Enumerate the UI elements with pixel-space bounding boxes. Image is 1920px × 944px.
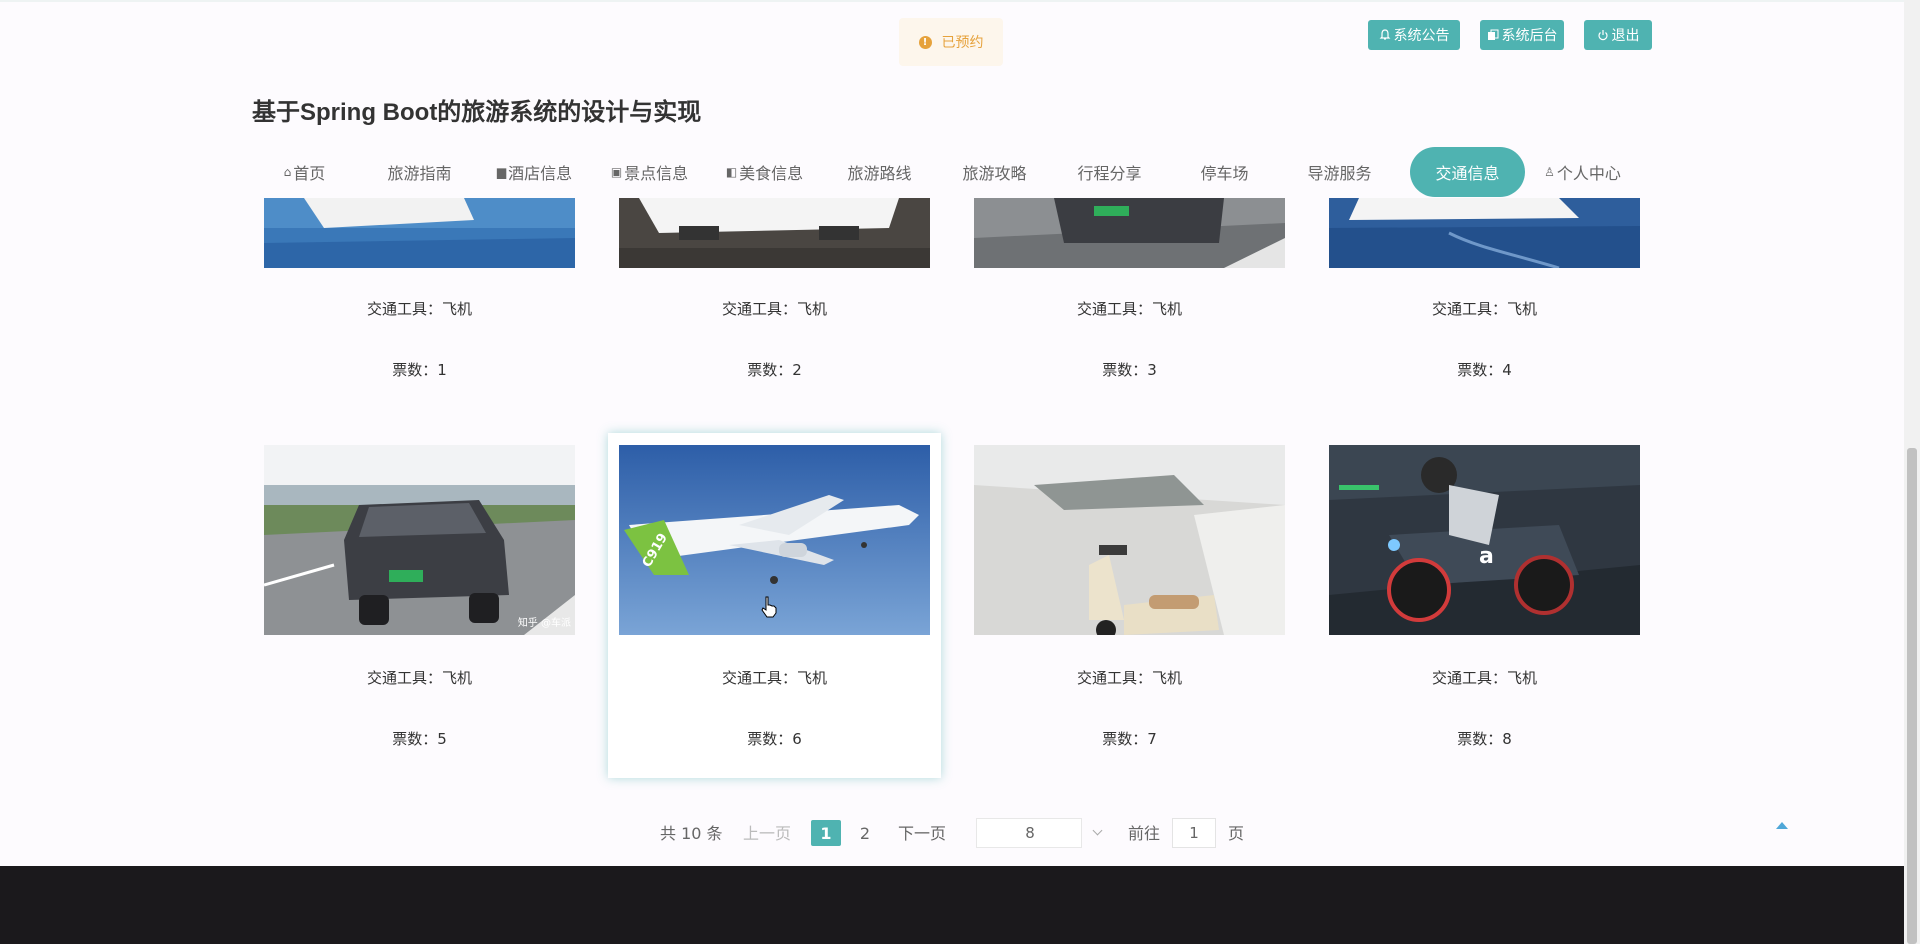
back-to-top-icon[interactable]	[1776, 822, 1788, 829]
bell-icon	[1379, 29, 1390, 40]
ticket-count: 票数：6	[747, 730, 802, 748]
transport-tool: 交通工具：飞机	[721, 300, 827, 318]
admin-button[interactable]: 系统后台	[1480, 20, 1564, 50]
logout-button[interactable]: 退出	[1584, 20, 1652, 50]
scrollbar[interactable]	[1904, 0, 1920, 944]
nav-item-scenic[interactable]: ▣ 景点信息	[592, 147, 707, 197]
power-icon	[1597, 30, 1608, 41]
hand-cursor-icon	[761, 596, 777, 618]
admin-label: 系统后台	[1501, 28, 1558, 44]
ticket-count: 票数：1	[392, 361, 447, 379]
transport-card[interactable]: 交通工具：飞机 票数：2	[619, 198, 930, 398]
nav-label: 酒店信息	[508, 164, 573, 183]
watermark-text: 知乎 @车派	[517, 618, 571, 629]
food-icon: ◧	[725, 165, 738, 179]
ticket-count: 票数：5	[392, 730, 447, 748]
motorcycle-image: a	[1329, 445, 1640, 635]
transport-card[interactable]: 交通工具：飞机 票数：1	[264, 198, 575, 398]
scooter-image	[974, 445, 1285, 635]
copy-icon	[1487, 29, 1498, 40]
transport-tool: 交通工具：飞机	[366, 669, 472, 687]
ticket-count: 票数：3	[1102, 361, 1157, 379]
ticket-count: 票数：7	[1102, 730, 1157, 748]
transport-card[interactable]: 交通工具：飞机 票数：7	[974, 445, 1285, 778]
svg-text:a: a	[1479, 544, 1494, 569]
logout-label: 退出	[1611, 28, 1640, 44]
prev-page-button[interactable]: 上一页	[743, 817, 791, 847]
nav-label: 行程分享	[1077, 164, 1142, 183]
nav-label: 旅游指南	[387, 164, 452, 183]
nav-item-profile[interactable]: ♙ 个人中心	[1525, 147, 1640, 197]
car-image	[974, 198, 1285, 268]
ticket-count: 票数：4	[1457, 361, 1512, 379]
footer	[0, 866, 1904, 944]
notice-button[interactable]: 系统公告	[1368, 20, 1460, 50]
user-icon: ♙	[1544, 165, 1555, 179]
nav-label: 美食信息	[739, 164, 804, 183]
nav-item-guide[interactable]: 旅游指南	[362, 147, 477, 197]
nav-item-home[interactable]: ⌂ 首页	[247, 147, 362, 197]
train-image	[619, 198, 930, 268]
transport-card[interactable]: a 交通工具：飞机 票数：8	[1329, 445, 1640, 778]
nav-item-parking[interactable]: 停车场	[1167, 147, 1282, 197]
nav-item-transport[interactable]: 交通信息	[1410, 147, 1525, 197]
transport-card[interactable]: 交通工具：飞机 票数：3	[974, 198, 1285, 398]
nav-item-trip-share[interactable]: 行程分享	[1052, 147, 1167, 197]
transport-tool: 交通工具：飞机	[1431, 669, 1537, 687]
nav-item-strategy[interactable]: 旅游攻略	[937, 147, 1052, 197]
suv-image: 知乎 @车派	[264, 445, 575, 635]
nav-item-hotel[interactable]: ▆ 酒店信息	[477, 147, 592, 197]
page-size-value: 8	[1025, 824, 1035, 842]
nav-label: 个人中心	[1556, 164, 1621, 183]
ticket-count: 票数：2	[747, 361, 802, 379]
nav-label: 旅游攻略	[962, 164, 1027, 183]
nav-item-food[interactable]: ◧ 美食信息	[707, 147, 822, 197]
pagination-total: 共 10 条	[660, 824, 723, 843]
page-title: 基于Spring Boot的旅游系统的设计与实现	[252, 99, 702, 126]
transport-tool: 交通工具：飞机	[1431, 300, 1537, 318]
goto-page-input[interactable]	[1172, 818, 1216, 848]
success-toast: ! 已预约	[899, 18, 1003, 66]
transport-card[interactable]: 交通工具：飞机 票数：4	[1329, 198, 1640, 398]
transport-tool: 交通工具：飞机	[366, 300, 472, 318]
nav-label: 导游服务	[1307, 164, 1372, 183]
info-icon: !	[918, 35, 932, 49]
toast-text: 已预约	[941, 35, 984, 51]
scenic-icon: ▣	[610, 165, 623, 179]
transport-tool: 交通工具：飞机	[1076, 669, 1182, 687]
chevron-down-icon	[1092, 825, 1103, 836]
top-border	[0, 0, 1920, 2]
page-unit-label: 页	[1228, 824, 1245, 843]
hotel-icon: ▆	[496, 165, 507, 179]
nav-label: 交通信息	[1435, 164, 1500, 183]
next-page-button[interactable]: 下一页	[898, 817, 946, 847]
cruise-image	[1329, 198, 1640, 268]
page-size-select[interactable]: 8	[976, 818, 1103, 848]
notice-label: 系统公告	[1393, 28, 1450, 44]
ticket-count: 票数：8	[1457, 730, 1512, 748]
nav-item-guide-service[interactable]: 导游服务	[1282, 147, 1397, 197]
transport-tool: 交通工具：飞机	[721, 669, 827, 687]
page-1-button[interactable]: 1	[811, 820, 841, 846]
transport-tool: 交通工具：飞机	[1076, 300, 1182, 318]
scrollbar-thumb[interactable]	[1907, 448, 1917, 944]
page-2-button[interactable]: 2	[850, 820, 880, 846]
transport-card[interactable]: 知乎 @车派 交通工具：飞机 票数：5	[264, 445, 575, 778]
home-icon: ⌂	[283, 165, 292, 179]
nav-label: 旅游路线	[847, 164, 912, 183]
nav-label: 停车场	[1200, 164, 1249, 183]
goto-label: 前往	[1128, 824, 1161, 843]
nav-item-route[interactable]: 旅游路线	[822, 147, 937, 197]
nav-label: 景点信息	[624, 164, 689, 183]
nav-label: 首页	[293, 164, 326, 183]
ship-image	[264, 198, 575, 268]
